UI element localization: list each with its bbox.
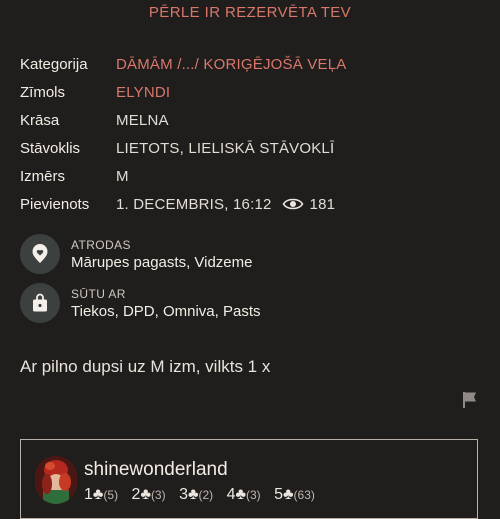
shipping-label: SŪTU AR: [71, 286, 126, 301]
avatar[interactable]: [35, 456, 77, 504]
detail-row-condition: Stāvoklis LIETOTS, LIELISKĀ STĀVOKLĪ: [20, 134, 480, 162]
shipping-info: SŪTU AR Tiekos, DPD, Omniva, Pasts: [20, 283, 480, 323]
report-button[interactable]: [461, 390, 479, 415]
rating-3: 3♣(2): [179, 486, 213, 503]
detail-row-brand: Zīmols ELYNDI: [20, 78, 480, 106]
clover-icon: ♣: [92, 486, 104, 503]
view-count: 181: [282, 196, 336, 213]
item-details: Kategorija DĀMĀM /.../ KORIĢĒJOŠĀ VEĻA Z…: [20, 50, 480, 218]
clover-icon: ♣: [187, 486, 199, 503]
flag-icon: [463, 392, 476, 408]
detail-row-size: Izmērs M: [20, 162, 480, 190]
rating-5: 5♣(63): [274, 486, 315, 503]
rating-1: 1♣(5): [84, 486, 118, 503]
seller-ratings: 1♣(5) 2♣(3) 3♣(2) 4♣(3) 5♣(63): [84, 486, 324, 504]
item-description: Ar pilno dupsi uz M izm, vilkts 1 x: [20, 357, 271, 376]
clover-icon: ♣: [235, 486, 247, 503]
detail-row-color: Krāsa MELNA: [20, 106, 480, 134]
rating-stars: 4: [226, 486, 236, 503]
rating-4: 4♣(3): [227, 486, 261, 503]
view-count-value: 181: [309, 195, 336, 213]
rating-stars: 1: [84, 486, 93, 503]
avatar-image: [35, 456, 77, 504]
detail-label: Krāsa: [20, 111, 60, 129]
location-value: Mārupes pagasts, Vidzeme: [71, 253, 253, 271]
location-info: ATRODAS Mārupes pagasts, Vidzeme: [20, 234, 480, 274]
rating-2: 2♣(3): [132, 486, 166, 503]
reserved-banner: PĒRLE IR REZERVĒTA TEV: [148, 4, 352, 21]
clover-icon: ♣: [140, 486, 151, 503]
category-link[interactable]: DĀMĀM /.../ KORIĢĒJOŠĀ VEĻA: [116, 56, 346, 73]
clover-icon: ♣: [283, 486, 294, 503]
detail-value: LIETOTS, LIELISKĀ STĀVOKLĪ: [116, 139, 335, 157]
shipping-value: Tiekos, DPD, Omniva, Pasts: [71, 302, 261, 320]
bag-icon: [33, 293, 47, 312]
detail-row-category: Kategorija DĀMĀM /.../ KORIĢĒJOŠĀ VEĻA: [20, 50, 480, 78]
detail-label: Kategorija: [20, 55, 88, 73]
brand-link[interactable]: ELYNDI: [116, 84, 170, 101]
detail-value: 1. DECEMBRIS, 16:12: [116, 195, 272, 213]
eye-icon: [282, 198, 303, 210]
detail-label: Izmērs: [20, 167, 65, 185]
detail-label: Stāvoklis: [20, 139, 81, 157]
rating-stars: 5: [274, 486, 284, 503]
detail-label: Pievienots: [20, 195, 90, 213]
detail-value: MELNA: [116, 111, 169, 129]
seller-name[interactable]: shinewonderland: [84, 459, 228, 481]
detail-label: Zīmols: [20, 83, 65, 101]
location-icon-circle: [20, 234, 60, 274]
shipping-icon-circle: [20, 283, 60, 323]
seller-card[interactable]: shinewonderland 1♣(5) 2♣(3) 3♣(2) 4♣(3) …: [20, 439, 478, 519]
heart-pin-icon: [32, 244, 48, 263]
detail-value: M: [116, 167, 129, 185]
detail-row-added: Pievienots 1. DECEMBRIS, 16:12 181: [20, 190, 480, 218]
rating-stars: 3: [179, 486, 188, 503]
location-label: ATRODAS: [71, 237, 131, 252]
